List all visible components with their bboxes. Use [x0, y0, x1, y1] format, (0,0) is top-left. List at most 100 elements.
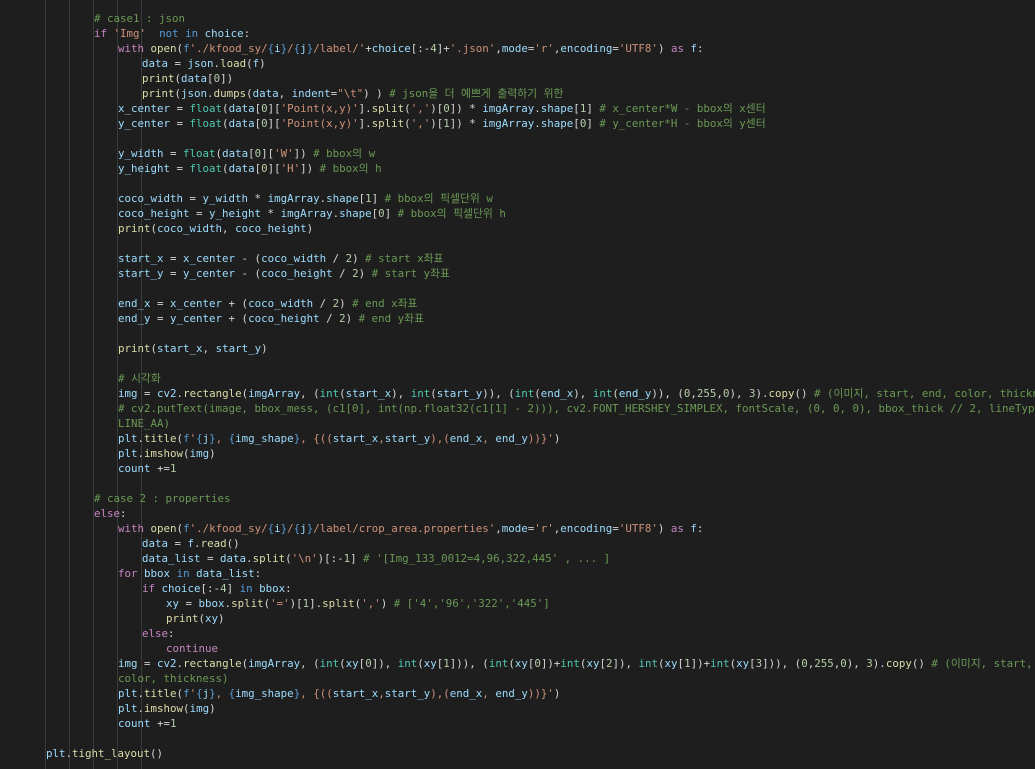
code-token: y_height	[209, 207, 262, 220]
code-token: # (이미지, start, end,	[931, 657, 1033, 670]
code-line[interactable]: else:	[94, 506, 127, 521]
code-line[interactable]: plt.tight_layout()	[46, 746, 163, 761]
code-editor[interactable]: # case1 : json if 'Img' not in choice: wit…	[0, 0, 1035, 769]
code-token: ]	[371, 192, 385, 205]
code-token: # json을 더 예쁘게 출력하기 위한	[389, 87, 564, 100]
code-token: =	[163, 147, 184, 160]
code-line[interactable]: coco_width = y_width * imgArray.shape[1]…	[118, 191, 493, 206]
code-line[interactable]: with open(f'./kfood_sy/{i}/{j}/label/cro…	[118, 521, 703, 536]
code-line[interactable]: end_y = y_center + (coco_height / 2) # e…	[118, 311, 424, 326]
code-line[interactable]: print(coco_width, coco_height)	[118, 221, 313, 236]
code-line[interactable]: if choice[:-4] in bbox:	[142, 581, 292, 596]
code-token: imgArray	[482, 117, 535, 130]
code-token: data_list	[142, 552, 201, 565]
code-line[interactable]: data = f.read()	[142, 536, 240, 551]
code-token: ) )	[363, 87, 390, 100]
code-token: split	[231, 597, 264, 610]
code-token: 255	[696, 387, 717, 400]
code-line[interactable]: else:	[142, 626, 175, 641]
code-line[interactable]: plt.title(f'{j}, {img_shape}, {((start_x…	[118, 686, 560, 701]
code-token: # cv2.putText(image, bbox_mess, (c1[0], …	[118, 402, 1035, 415]
code-line[interactable]: # case 2 : properties	[94, 491, 231, 506]
code-line[interactable]: print(data[0])	[142, 71, 233, 86]
code-token: end_y	[495, 687, 528, 700]
code-line[interactable]: x_center = float(data[0]['Point(x,y)'].s…	[118, 101, 766, 116]
code-token: ','	[410, 117, 431, 130]
code-line[interactable]: count +=1	[118, 716, 177, 731]
code-line[interactable]: end_x = x_center + (coco_width / 2) # en…	[118, 296, 418, 311]
code-token: =	[179, 597, 199, 610]
code-line[interactable]: LINE_AA)	[118, 416, 170, 431]
code-line[interactable]: y_center = float(data[0]['Point(x,y)'].s…	[118, 116, 766, 131]
code-token: =	[150, 297, 171, 310]
code-token: float	[189, 162, 223, 175]
code-line[interactable]: # case1 : json	[94, 11, 185, 26]
code-line[interactable]: coco_height = y_height * imgArray.shape[…	[118, 206, 506, 221]
code-token: y_center	[183, 267, 236, 280]
code-line[interactable]: img = cv2.rectangle(imgArray, (int(xy[0]…	[118, 656, 1035, 671]
code-token: +=	[150, 462, 171, 475]
code-token: ][	[267, 102, 281, 115]
code-token: ,	[202, 342, 216, 355]
code-token: ])+	[540, 657, 561, 670]
code-line[interactable]: print(xy)	[166, 611, 225, 626]
code-line[interactable]: img = cv2.rectangle(imgArray, (int(start…	[118, 386, 1035, 401]
code-line[interactable]: xy = bbox.split('=')[1].split(',') # ['4…	[166, 596, 550, 611]
code-token: start_x	[157, 342, 203, 355]
code-line[interactable]: plt.imshow(img)	[118, 446, 216, 461]
code-token: title	[144, 687, 177, 700]
code-line[interactable]: with open(f'./kfood_sy/{i}/{j}/label/'+c…	[118, 41, 704, 56]
code-token: imgArray	[280, 207, 333, 220]
code-token: continue	[166, 642, 219, 655]
code-token: print	[142, 87, 175, 100]
code-token: y_center	[170, 312, 223, 325]
code-line[interactable]: for bbox in data_list:	[118, 566, 261, 581]
code-token: ()	[794, 387, 815, 400]
code-line[interactable]: # 시각화	[118, 371, 161, 386]
code-line[interactable]: plt.title(f'{j}, {img_shape}, {((start_x…	[118, 431, 560, 446]
code-token: split	[322, 597, 355, 610]
code-line[interactable]: if 'Img' not in choice:	[94, 26, 250, 41]
code-token: ][	[261, 147, 275, 160]
code-line[interactable]: y_height = float(data[0]['H']) # bbox의 h	[118, 161, 382, 176]
code-line[interactable]: y_width = float(data[0]['W']) # bbox의 w	[118, 146, 375, 161]
code-line[interactable]: continue	[166, 641, 218, 656]
code-token: ),(	[430, 432, 450, 445]
code-token: ]	[384, 207, 398, 220]
code-token: # bbox의 h	[319, 162, 382, 175]
code-token: LINE_AA)	[118, 417, 171, 430]
code-token: encoding	[560, 42, 613, 55]
code-line[interactable]: print(start_x, start_y)	[118, 341, 268, 356]
code-token: start_y	[384, 687, 431, 700]
code-line[interactable]: color, thickness)	[118, 671, 229, 686]
code-token: img_shape	[235, 432, 294, 445]
code-line[interactable]: print(json.dumps(data, indent="\t") ) # …	[142, 86, 563, 101]
code-token: =	[200, 552, 221, 565]
code-token: :	[168, 627, 175, 640]
code-token: if	[94, 27, 108, 40]
code-token: indent	[291, 87, 331, 100]
code-token: rectangle	[183, 387, 242, 400]
code-token: ])+	[690, 657, 711, 670]
code-token: start_x	[345, 387, 392, 400]
code-token: # start y좌표	[371, 267, 450, 280]
code-token: , {((	[300, 687, 333, 700]
code-token: with	[118, 42, 145, 55]
code-token: color, thickness)	[118, 672, 229, 685]
code-line[interactable]: data_list = data.split('\n')[:-1] # '[Im…	[142, 551, 610, 566]
code-token: =	[170, 102, 190, 115]
code-token: choice	[371, 42, 411, 55]
code-token: )	[553, 687, 561, 700]
code-line[interactable]: count +=1	[118, 461, 177, 476]
code-line[interactable]: plt.imshow(img)	[118, 701, 216, 716]
code-line[interactable]: # cv2.putText(image, bbox_mess, (c1[0], …	[118, 401, 1035, 416]
code-token: ).	[755, 387, 769, 400]
code-token: int	[319, 657, 340, 670]
code-line[interactable]: start_y = y_center - (coco_height / 2) #…	[118, 266, 450, 281]
code-token: title	[144, 432, 177, 445]
code-token: cv2	[157, 387, 177, 400]
code-line[interactable]: start_x = x_center - (coco_width / 2) # …	[118, 251, 444, 266]
code-line[interactable]: data = json.load(f)	[142, 56, 266, 71]
code-token: '\n'	[291, 552, 318, 565]
code-token: ()	[911, 657, 932, 670]
